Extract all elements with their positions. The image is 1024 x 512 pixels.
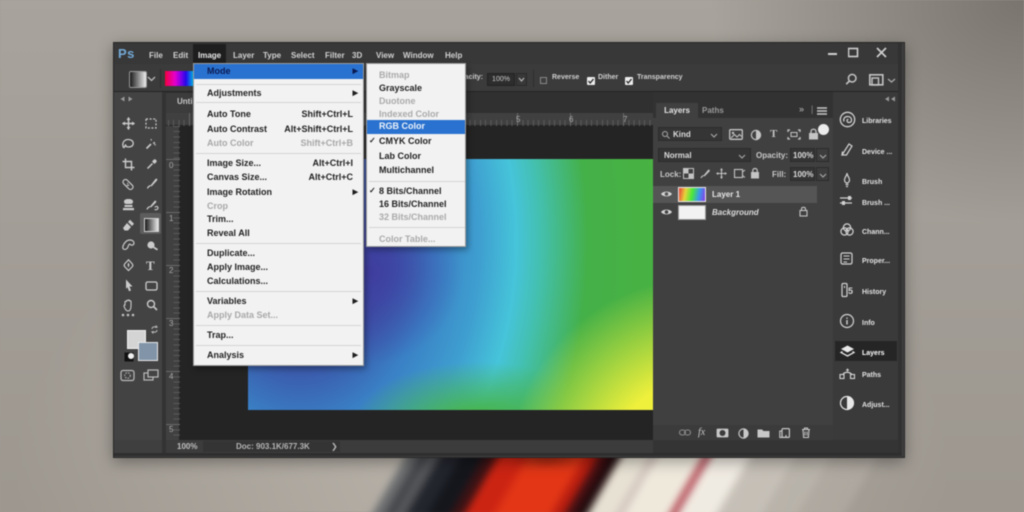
- svg-text:5: 5: [848, 286, 853, 296]
